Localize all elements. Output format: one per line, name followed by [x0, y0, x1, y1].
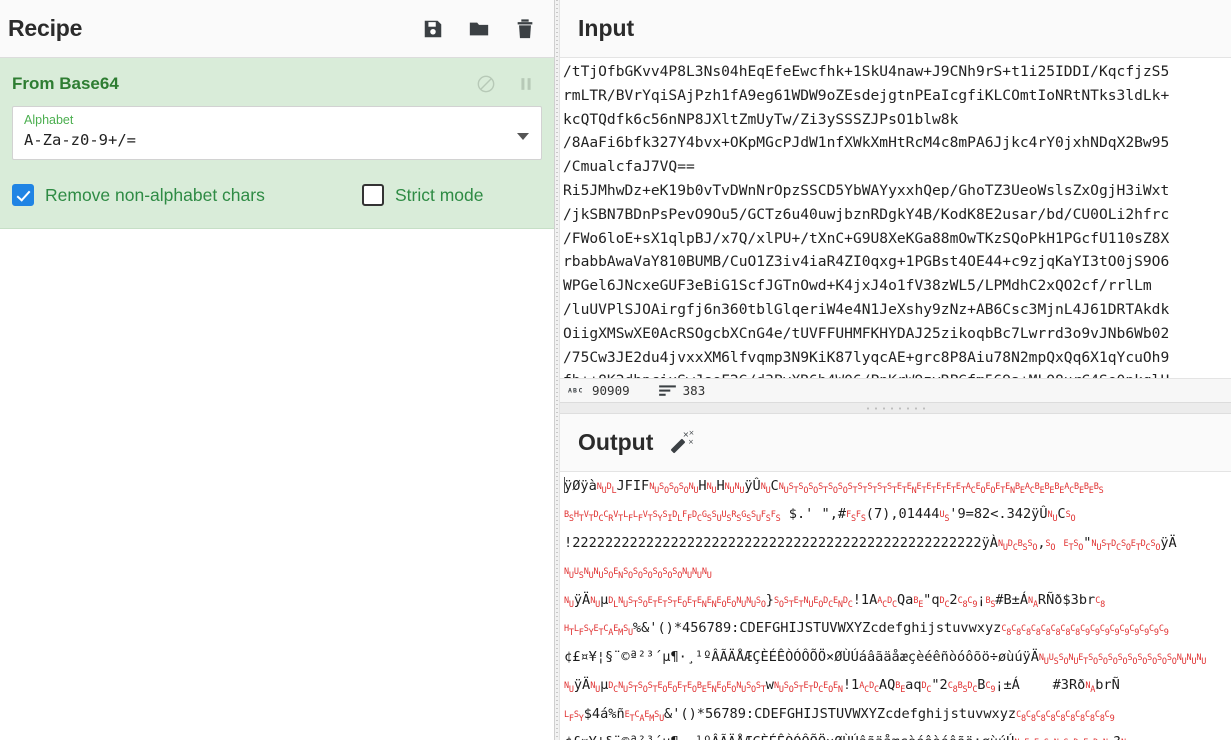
output-line: ÿØÿàNUDLJFIFNUSOSOSONUHNUHNUNUÿÛNUCNUSTS… — [564, 476, 1104, 496]
input-linecount-value: 383 — [682, 383, 706, 399]
horizontal-splitter[interactable] — [560, 403, 1231, 414]
svg-text:B: B — [573, 387, 577, 395]
operation-controls — [476, 74, 536, 94]
output-title: Output — [578, 428, 654, 455]
output-line: BSHTVTDCCRVTLFLFVTSYSIDLFFDCGSSUUSRSGSSU… — [564, 506, 1076, 525]
vertical-splitter[interactable] — [555, 0, 560, 740]
operation-checkbox-row: Remove non-alphabet chars Strict mode — [12, 184, 542, 206]
output-section: Output × × × ÿØÿàNUDLJFIFNUSOSOSONUHNUHN… — [560, 413, 1231, 740]
page-title: Recipe — [8, 15, 83, 41]
output-line: ¢£¤¥¦§¨©ª²³´µ¶·¸¹ºÂÃÄÅÆÇÈÉÊÒÓÔÕÖ×ØÙÚâãäå… — [564, 731, 1231, 740]
recipe-title-bar: Recipe — [0, 0, 554, 58]
input-title: Input — [578, 15, 635, 41]
input-line: kcQTQdfk6c56nNP8JXltZmUyTw/Zi3ySSSZJPsO1… — [563, 110, 959, 128]
input-line: /tTjOfbGKvv4P8L3Ns04hEqEfeEwcfhk+1SkU4na… — [563, 63, 1170, 80]
input-textarea[interactable]: /tTjOfbGKvv4P8L3Ns04hEqEfeEwcfhk+1SkU4na… — [560, 58, 1231, 379]
io-pane: Input /tTjOfbGKvv4P8L3Ns04hEqEfeEwcfhk+1… — [555, 0, 1231, 740]
output-header: Output × × × — [560, 413, 1231, 472]
checkbox-label: Strict mode — [395, 184, 484, 205]
input-line: WPGel6JNcxeGUF3eBiG1ScfJGTnOwd+K4jxJ4o1f… — [563, 277, 1152, 295]
svg-text:×: × — [689, 429, 695, 437]
cyberchef-app: Recipe From Base64 Alphabet A-Za-z0-9+/=… — [0, 0, 1231, 740]
input-line: rbabbAwaVaY810BUMB/CuO1Z3iv4iaR4ZI0qxg+1… — [563, 253, 1170, 271]
output-line: ¢£¤¥¦§¨©ª²³´µ¶·¸¹ºÂÃÄÅÆÇÈÉÊÒÓÔÕÖ×ØÙÚáâãä… — [564, 648, 1207, 667]
output-line: NUUSNUNUSOENSOSOSOSOSOSONUNUNU — [564, 567, 712, 582]
checkbox-unchecked-icon[interactable] — [362, 184, 384, 206]
clear-recipe-icon[interactable] — [514, 18, 536, 40]
checkbox-strict-mode[interactable]: Strict mode — [362, 184, 484, 206]
save-recipe-icon[interactable] — [422, 18, 444, 40]
chevron-down-icon[interactable] — [517, 133, 529, 140]
magic-wand-icon[interactable]: × × × — [669, 429, 695, 455]
input-line: Ri5JMhwDz+eK19b0vTvDWnNrOpzSSCD5YbWAYyxx… — [563, 181, 1170, 199]
set-breakpoint-icon[interactable] — [516, 74, 536, 94]
input-line: /jkSBN7BDnPsPevO9Ou5/GCTz6u40uwjbznRDgkY… — [563, 205, 1170, 223]
alphabet-field[interactable]: Alphabet A-Za-z0-9+/= — [12, 106, 542, 160]
output-line: HTLFSYETCAEMSU%&'()*456789:CDEFGHIJSTUVW… — [564, 620, 1169, 639]
input-status-bar: A B C 90909 383 — [560, 378, 1231, 403]
checkbox-label: Remove non-alphabet chars — [45, 184, 265, 205]
input-line: OiigXMSwXE0AcRSOgcbXCnG4e/tUVFFUHMFKHYDA… — [563, 324, 1170, 342]
input-line: /FWo6loE+sX1qlpBJ/x7Q/xlPU+/tXnC+G9U8XeK… — [563, 229, 1170, 247]
output-line: LFSY$4á%ñETCAEMSU&'()*56789:CDEFGHIJSTUV… — [564, 705, 1115, 724]
checkbox-checked-icon[interactable] — [12, 184, 34, 206]
output-line: !222222222222222222222222222222222222222… — [564, 534, 1177, 553]
splitter-grip-icon — [863, 407, 928, 411]
input-length-value: 90909 — [592, 383, 630, 399]
svg-text:A: A — [568, 387, 572, 395]
input-line: /luUVPlSJOAirgfj6n360tblGlqeriW4e4N1JeXs… — [563, 300, 1170, 318]
text-cursor — [564, 476, 565, 493]
alphabet-value[interactable]: A-Za-z0-9+/= — [24, 128, 511, 152]
input-line: /CmualcfaJ7VQ== — [563, 158, 695, 176]
recipe-pane: Recipe From Base64 Alphabet A-Za-z0-9+/=… — [0, 0, 555, 740]
disable-operation-icon[interactable] — [476, 74, 496, 94]
load-recipe-icon[interactable] — [468, 18, 490, 40]
svg-text:C: C — [579, 387, 583, 395]
operation-title: From Base64 — [12, 74, 119, 93]
recipe-operation-list: From Base64 Alphabet A-Za-z0-9+/= Remove… — [0, 58, 554, 740]
operation-header: From Base64 — [0, 58, 554, 104]
output-line: NUÿÄNUµDCNUSTSOSTEOEOETEOBEENEOEONUSOSTw… — [564, 677, 1120, 696]
input-line: fh++8K2dhpcixSwJseF2G/d3PvXR6h4W06/PnKrW… — [563, 369, 1231, 378]
alphabet-label: Alphabet — [24, 113, 74, 127]
svg-text:×: × — [688, 438, 694, 446]
checkbox-remove-non-alphabet-chars[interactable]: Remove non-alphabet chars — [12, 184, 362, 206]
input-header: Input — [560, 0, 1231, 58]
input-section: Input /tTjOfbGKvv4P8L3Ns04hEqEfeEwcfhk+1… — [560, 0, 1231, 404]
abc-icon: A B C — [568, 384, 585, 397]
output-textarea[interactable]: ÿØÿàNUDLJFIFNUSOSOSONUHNUHNUNUÿÛNUCNUSTS… — [560, 471, 1231, 740]
output-line: NUÿÄNUµDLNUSTSOETETSTEOETENENEOEONUNUSO}… — [564, 591, 1106, 610]
input-line: /8AaFi6bfk327Y4bvx+OKpMGcPJdW1nfXWkXmHtR… — [563, 134, 1170, 152]
recipe-toolbar — [422, 18, 536, 40]
operation-from-base64[interactable]: From Base64 Alphabet A-Za-z0-9+/= Remove… — [0, 58, 554, 229]
line-count-icon — [658, 384, 676, 397]
input-line: /75Cw3JE2du4jvxxXM6lfvqmp3N9KiK87lyqcAE+… — [563, 348, 1170, 366]
input-line: rmLTR/BVrYqiSAjPzh1fA9eg61WDW9oZEsdejgtn… — [563, 86, 1170, 104]
